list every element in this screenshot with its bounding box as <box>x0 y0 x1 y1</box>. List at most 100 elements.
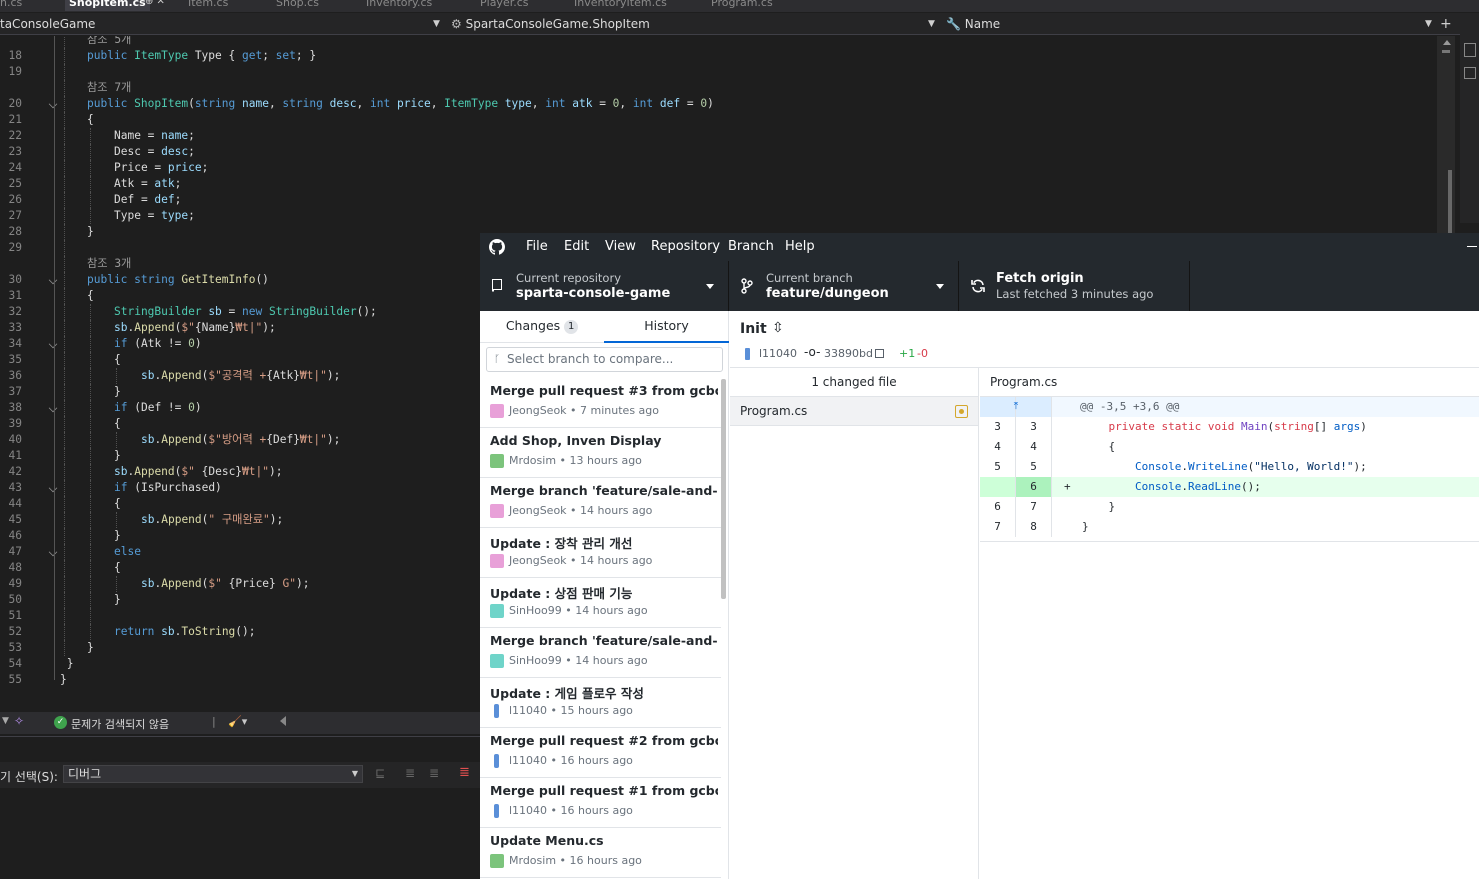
diff-hunk-header[interactable]: ⤒ @@ -3,5 +3,6 @@ <box>980 397 1479 417</box>
diff-context-line[interactable]: 33 private static void Main(string[] arg… <box>980 417 1479 437</box>
changed-file-row[interactable]: Program.cs <box>730 397 978 426</box>
menu-branch[interactable]: Branch <box>728 233 774 261</box>
compare-branch-input[interactable]: ᚴ Select branch to compare... <box>486 347 723 372</box>
project-dropdown[interactable]: taConsoleGame <box>0 13 430 35</box>
commit-list-item[interactable]: Update : 장착 관리 개선 JeongSeok • 14 hours ag… <box>480 528 721 578</box>
commit-list-item[interactable]: Merge branch 'feature/sale-and-equi... Si… <box>480 628 721 678</box>
tab-program-cs[interactable]: Program.cs <box>707 0 777 11</box>
code-line[interactable]: 20 public ShopItem(string name, string de… <box>0 96 1430 112</box>
commit-item-author: SinHoo99 <box>509 604 562 617</box>
clear-all-icon[interactable]: ≣ <box>459 765 470 780</box>
properties-icon[interactable] <box>1464 67 1476 79</box>
tab-inventoryitem-cs[interactable]: InventoryItem.cs <box>570 0 671 11</box>
commit-list-item[interactable]: Update Menu.cs Mrdosim • 16 hours ago <box>480 828 721 878</box>
current-repository-button[interactable]: Current repository sparta-console-game <box>480 261 729 311</box>
indent-guide <box>115 368 117 384</box>
class-dropdown[interactable]: ⚙ SpartaConsoleGame.ShopItem <box>451 13 921 35</box>
member-dropdown[interactable]: 🔧 Name <box>946 13 1416 35</box>
scroll-thumb[interactable] <box>1448 170 1452 234</box>
split-window-icon[interactable]: + <box>1440 13 1452 35</box>
copy-icon[interactable] <box>875 349 884 358</box>
indent-guide <box>64 288 65 304</box>
solution-explorer-icon[interactable] <box>1464 43 1476 57</box>
indent-guide <box>89 336 91 352</box>
line-number: 34 <box>8 337 22 350</box>
diff-file-header: Program.cs <box>980 368 1479 397</box>
expand-up-icon[interactable]: ⤒ <box>980 397 1052 417</box>
code-line[interactable]: 19 <box>0 64 1430 80</box>
tab-n-cs[interactable]: n.cs <box>0 0 26 11</box>
output-source-select[interactable]: 디버그 ▼ <box>63 765 363 783</box>
code-line[interactable]: 24 Price = price; <box>0 160 1430 176</box>
chevron-down-icon[interactable]: ▼ <box>1425 13 1432 35</box>
code-text: sb.Append(" 구매완료"); <box>141 513 284 526</box>
menu-file[interactable]: File <box>526 233 548 261</box>
tab-shop-cs[interactable]: Shop.cs <box>272 0 323 11</box>
intellicode-icon[interactable]: ✧ <box>14 714 24 728</box>
gh-title-bar: File Edit View Repository Branch Help <box>480 233 1479 261</box>
diff-added-line[interactable]: 6 + Console.ReadLine(); <box>980 477 1479 497</box>
diff-context-line[interactable]: 44 { <box>980 437 1479 457</box>
diff-context-line[interactable]: 7 8} <box>980 517 1479 537</box>
tab-item-cs[interactable]: Item.cs <box>184 0 232 11</box>
code-line[interactable]: 27 Type = type; <box>0 208 1430 224</box>
tab-player-cs[interactable]: Player.cs <box>476 0 533 11</box>
menu-repository[interactable]: Repository <box>651 233 720 261</box>
tab-inventory-cs[interactable]: Inventory.cs <box>362 0 436 11</box>
diff-context-line[interactable]: 55 Console.WriteLine("Hello, World!"); <box>980 457 1479 477</box>
current-branch-button[interactable]: Current branch feature/dungeon <box>729 261 959 311</box>
menu-help[interactable]: Help <box>785 233 815 261</box>
editor-scrollbar[interactable] <box>1437 36 1455 236</box>
commit-list-item[interactable]: Merge pull request #2 from gcbc-pr... l11… <box>480 728 721 778</box>
menu-edit[interactable]: Edit <box>564 233 589 261</box>
code-cleanup-icon[interactable]: 🧹▾ <box>228 715 247 728</box>
indent-guide <box>64 80 65 96</box>
code-line[interactable]: 25 Atk = atk; <box>0 176 1430 192</box>
scroll-up-icon[interactable] <box>1443 40 1451 45</box>
code-line[interactable]: 23 Desc = desc; <box>0 144 1430 160</box>
diff-code: @@ -3,5 +3,6 @@ <box>1080 400 1180 413</box>
diff-context-line[interactable]: 67 } <box>980 497 1479 517</box>
chevron-down-icon[interactable]: ▼ <box>2 716 9 726</box>
code-text: { <box>114 497 121 510</box>
code-line[interactable]: 26 Def = def; <box>0 192 1430 208</box>
commit-list-item[interactable]: Add Shop, Inven Display Mrdosim • 13 hour… <box>480 428 721 478</box>
commit-item-author: Mrdosim <box>509 854 557 867</box>
author-avatar <box>494 804 499 818</box>
commit-list-scrollbar[interactable] <box>721 379 726 599</box>
commit-item-author: JeongSeok <box>509 554 567 567</box>
commit-title: Init <box>740 321 767 337</box>
commit-list-item[interactable]: Update : 상점 판매 기능 SinHoo99 • 14 hours ago <box>480 578 721 628</box>
close-tab-icon[interactable]: ⊕ ✕ <box>145 0 165 7</box>
commit-list-item[interactable]: Merge pull request #3 from gcbc-pr... Jeo… <box>480 378 721 428</box>
find-icon[interactable]: ⊑ <box>375 766 385 780</box>
code-line[interactable]: 22 Name = name; <box>0 128 1430 144</box>
scroll-left-icon[interactable] <box>280 716 286 726</box>
tab-history[interactable]: History <box>604 311 729 343</box>
commit-item-time: 16 hours ago <box>560 804 633 817</box>
commit-list-item[interactable]: Merge pull request #1 from gcbc-pr... l11… <box>480 778 721 828</box>
indent-guide <box>89 496 91 512</box>
next-message-icon[interactable]: ≣ <box>429 766 439 780</box>
chevron-down-icon[interactable]: ▼ <box>433 13 440 35</box>
tab-shopitem-cs[interactable]: ShopItem.cs <box>65 0 150 11</box>
commit-item-meta: Mrdosim • 13 hours ago <box>509 454 642 467</box>
code-line[interactable]: 21 { <box>0 112 1430 128</box>
minimize-icon[interactable] <box>1467 246 1477 247</box>
commit-item-time: 7 minutes ago <box>580 404 660 417</box>
prev-message-icon[interactable]: ≣ <box>405 766 415 780</box>
menu-view[interactable]: View <box>605 233 636 261</box>
commit-list-item[interactable]: Merge branch 'feature/sale-and-equi... Je… <box>480 478 721 528</box>
code-line[interactable]: 18 public ItemType Type { get; set; } <box>0 48 1430 64</box>
code-text: { <box>87 289 94 302</box>
code-line[interactable]: 참조 7개 <box>0 80 1430 96</box>
expand-icon[interactable]: ⇳ <box>772 320 784 336</box>
line-number: 42 <box>8 465 22 478</box>
code-line[interactable]: 참조 5개 <box>0 36 1430 48</box>
issues-status[interactable]: 문제가 검색되지 않음 <box>71 716 169 732</box>
chevron-down-icon[interactable]: ▼ <box>928 13 935 35</box>
fetch-origin-button[interactable]: Fetch origin Last fetched 3 minutes ago <box>959 261 1190 311</box>
tab-changes[interactable]: Changes 1 <box>480 311 604 343</box>
diff-code: } <box>1108 500 1116 513</box>
commit-list-item[interactable]: Update : 게임 플로우 작성 l11040 • 15 hours ago <box>480 678 721 728</box>
